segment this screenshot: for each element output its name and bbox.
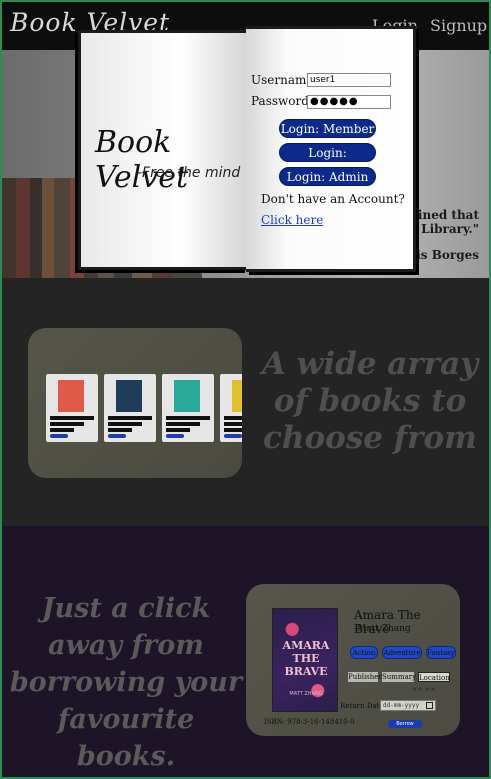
borrow-section: Just a click away from borrowing your fa… — [2, 526, 489, 777]
tile-button[interactable] — [50, 434, 68, 438]
tile-button[interactable] — [166, 434, 184, 438]
book-array-section: A wide array of books to choose from — [2, 278, 489, 526]
username-input[interactable]: user1 — [307, 73, 391, 87]
book-author: -Matt Zhang — [354, 624, 411, 634]
rating-stars: ★★ ★★ — [412, 686, 436, 693]
book-cover-image: AMARA THE BRAVE MATT ZHANG — [272, 608, 338, 712]
cover-author: MATT ZHANG — [289, 691, 323, 697]
book-tile[interactable] — [162, 374, 214, 442]
login-librarian-button[interactable]: Login: Librarian — [279, 143, 376, 179]
book-tile[interactable] — [46, 374, 98, 442]
book-cover — [58, 380, 84, 412]
book-tile[interactable] — [104, 374, 156, 442]
genre-tag-action[interactable]: Action — [350, 646, 378, 659]
genre-tag-fantasy[interactable]: Fantasy — [426, 646, 456, 659]
hero-quote-line1: ined that — [417, 208, 479, 222]
modal-tagline: -Free the mind — [137, 165, 241, 181]
tile-button[interactable] — [108, 434, 126, 438]
isbn-text: ISBN: 978-3-16-148410-0 — [264, 718, 355, 726]
cover-title: AMARA THE BRAVE — [282, 639, 330, 678]
book-tile[interactable] — [220, 374, 242, 442]
book-cover — [116, 380, 142, 412]
tile-button[interactable] — [224, 434, 242, 438]
hero-quote-author: is Borges — [416, 248, 479, 262]
hero-quote-line2: Library." — [421, 222, 479, 236]
book-cover — [232, 380, 242, 412]
borrow-heading: Just a click away from borrowing your fa… — [9, 593, 243, 772]
signup-click-here-link[interactable]: Click here — [261, 213, 323, 227]
calendar-icon[interactable] — [426, 702, 433, 709]
tab-publisher[interactable]: Publisher — [348, 672, 382, 682]
array-heading: A wide array of books to choose from — [261, 346, 479, 456]
tab-location[interactable]: Location — [418, 672, 450, 682]
book-left-page: Book Velvet -Free the mind — [78, 30, 248, 270]
login-admin-button[interactable]: Login: Admin — [279, 167, 376, 186]
book-detail-card: AMARA THE BRAVE MATT ZHANG Amara The Bra… — [246, 584, 460, 736]
modal-logo: Book Velvet — [95, 125, 189, 195]
return-date-input[interactable]: dd-mm-yyyy — [380, 700, 436, 711]
login-modal: Book Velvet -Free the mind Username: use… — [78, 26, 416, 274]
return-date-label: Return Date — [340, 702, 384, 710]
tab-summary[interactable]: Summary — [382, 672, 416, 682]
login-member-button[interactable]: Login: Member — [279, 119, 376, 138]
book-right-page: Username: user1 Password: ●●●●● Login: M… — [246, 26, 416, 272]
book-gallery-card — [28, 328, 242, 478]
book-cover — [174, 380, 200, 412]
date-placeholder: dd-mm-yyyy — [383, 702, 420, 709]
password-input[interactable]: ●●●●● — [307, 95, 391, 109]
no-account-text: Don't have an Account? — [261, 192, 405, 206]
signup-link[interactable]: Signup — [430, 16, 487, 35]
genre-tag-adventure[interactable]: Adventure — [382, 646, 422, 659]
password-label: Password: — [251, 94, 313, 108]
borrow-button[interactable]: Borrow — [388, 720, 422, 728]
